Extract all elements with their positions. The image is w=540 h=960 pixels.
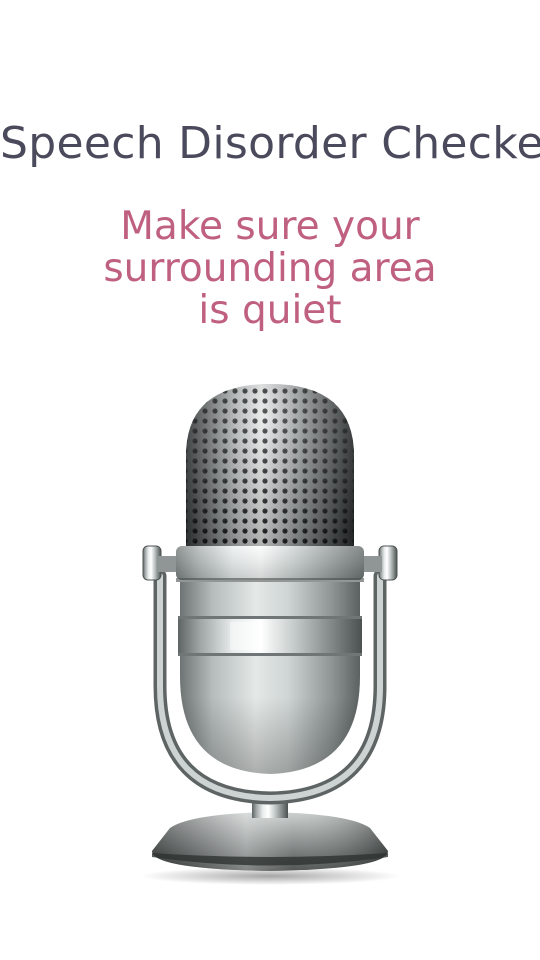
page-title: Speech Disorder Checker (0, 118, 540, 169)
instruction-line-3: is quiet (198, 288, 342, 333)
instruction-line-2: surrounding area (103, 246, 437, 291)
instruction-line-1: Make sure your (120, 204, 420, 249)
microphone-icon[interactable] (130, 376, 410, 886)
instruction-text: Make sure your surrounding area is quiet (20, 206, 520, 332)
